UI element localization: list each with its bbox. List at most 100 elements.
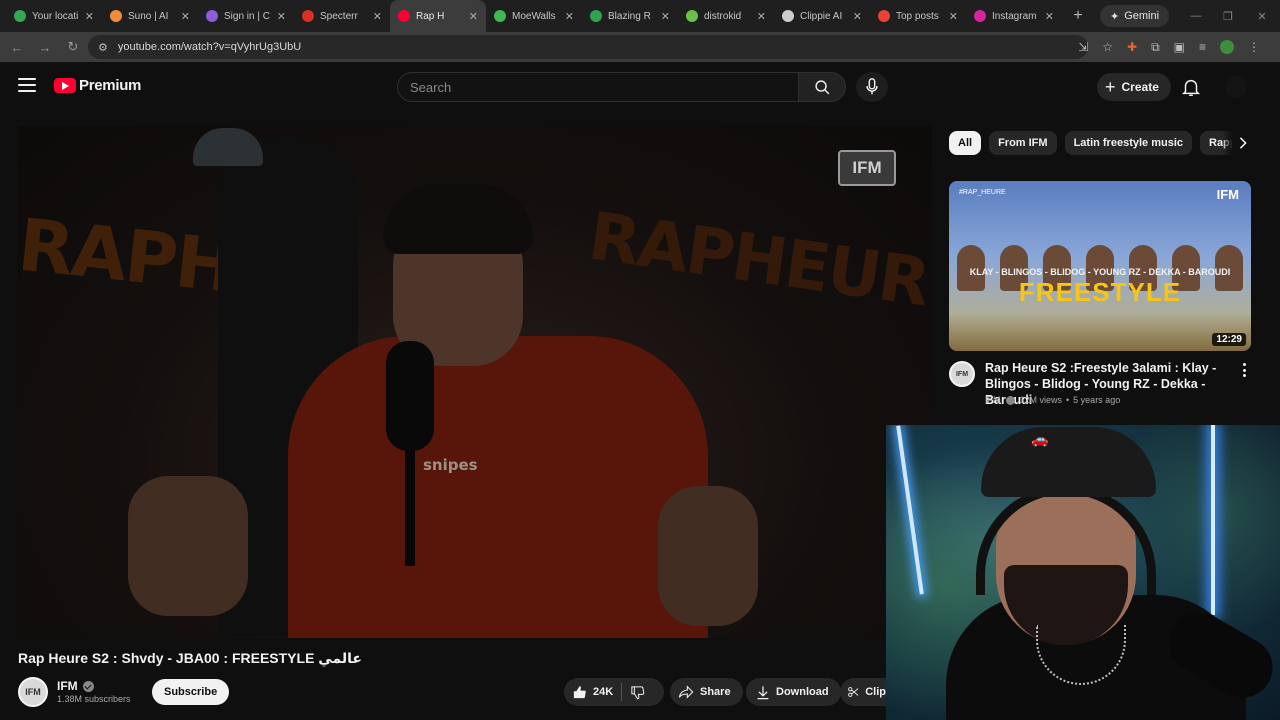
tab-close-icon[interactable]: ✕ [565,10,574,23]
tab-favicon-icon [398,10,410,22]
thumbs-up-icon[interactable] [572,685,587,700]
extension-red-icon[interactable]: ✚ [1127,40,1137,54]
url-text: youtube.com/watch?v=qVyhrUg3UbU [117,41,302,53]
browser-tab[interactable]: Rap H ✕ [390,0,486,32]
download-icon [757,685,769,699]
filter-chip[interactable]: From IFM [989,131,1057,155]
share-arrow-icon [678,685,694,699]
tab-close-icon[interactable]: ✕ [277,10,286,23]
filter-chip[interactable]: All [949,131,982,155]
site-settings-icon[interactable]: ⚙ [98,41,108,54]
tab-title: Sign in | C [224,10,270,22]
browser-tab[interactable]: Your locati ✕ [6,0,102,32]
tab-close-icon[interactable]: ✕ [853,10,862,23]
reload-icon[interactable]: ↻ [60,34,86,60]
youtube-play-icon [54,78,76,93]
bookmark-star-icon[interactable]: ☆ [1102,40,1113,54]
channel-name-row[interactable]: IFM [57,679,94,693]
account-avatar[interactable] [1225,76,1247,98]
browser-tab[interactable]: Clippie AI ✕ [774,0,870,32]
browser-tab[interactable]: Top posts ✕ [870,0,966,32]
view-count: 12M views [1019,395,1063,405]
browser-tab[interactable]: Blazing R ✕ [582,0,678,32]
media-control-icon[interactable]: ≡ [1199,40,1206,54]
install-app-icon[interactable]: ⇲ [1078,40,1088,54]
gemini-button[interactable]: ✦ Gemini [1100,5,1170,27]
channel-avatar[interactable]: IFM [18,677,48,707]
browser-tabstrip: Your locati ✕ Suno | AI ✕ Sign in | C ✕ Specte… [0,0,1280,32]
thumb-brand: IFM [1216,187,1239,202]
tab-title: Instagram [992,10,1037,22]
recommended-video-thumbnail[interactable]: #RAP_HEURE IFM KLAY - BLINGOS - BLIDOG -… [949,181,1251,351]
download-button[interactable]: Download [746,678,841,706]
profile-avatar[interactable] [1220,40,1234,54]
tab-close-icon[interactable]: ✕ [181,10,190,23]
tab-close-icon[interactable]: ✕ [757,10,766,23]
browser-tab[interactable]: distrokid ✕ [678,0,774,32]
url-field[interactable]: ⚙ youtube.com/watch?v=qVyhrUg3UbU [88,35,1088,59]
scissors-icon [848,687,859,697]
tab-favicon-icon [590,10,602,22]
youtube-premium-logo[interactable]: Premium [54,77,141,94]
tab-title: Blazing R [608,10,651,22]
back-arrow-icon[interactable]: ← [4,34,30,60]
clip-button[interactable]: Clip [840,678,886,706]
voice-search-button[interactable] [856,72,888,102]
tab-close-icon[interactable]: ✕ [85,10,94,23]
tab-close-icon[interactable]: ✕ [469,10,478,23]
chips-next-button[interactable] [1222,131,1248,155]
search-input[interactable]: Search [397,72,799,102]
video-dim-overlay [18,126,932,638]
side-panel-icon[interactable]: ▣ [1174,40,1185,54]
tab-favicon-icon [302,10,314,22]
recommended-channel-avatar[interactable]: IFM [949,361,975,387]
duration-badge: 12:29 [1212,333,1246,346]
new-tab-button[interactable]: + [1066,7,1090,25]
plus-icon: + [1105,77,1116,97]
like-count[interactable]: 24K [593,686,613,698]
thumb-headline: FREESTYLE [1018,277,1182,307]
like-divider [621,683,623,701]
webcam-overlay: 🚗 [886,425,1280,720]
more-options-icon[interactable] [1241,363,1247,377]
channel-name[interactable]: IFM [57,679,78,693]
subscriber-count: 1.38M subscribers [57,694,131,704]
tab-title: Suno | AI [128,10,169,22]
search-button[interactable] [798,72,846,102]
gemini-label: Gemini [1124,10,1160,22]
extensions-puzzle-icon[interactable]: ⧉ [1151,40,1160,55]
verified-check-icon [1005,395,1015,405]
download-label: Download [776,686,829,698]
forward-arrow-icon[interactable]: → [32,34,58,60]
thumbs-down-icon[interactable] [630,685,645,700]
toolbar-icons: ⇲ ☆ ✚ ⧉ ▣ ≡ ⋮ [1078,32,1260,62]
streamer-cap [981,427,1156,497]
browser-tab[interactable]: MoeWalls ✕ [486,0,582,32]
video-title: Rap Heure S2 : Shvdy - JBA00 : FREESTYLE… [18,650,362,666]
recommended-channel-name[interactable]: IFM [985,395,1001,405]
notifications-bell-icon[interactable] [1180,76,1202,98]
tab-close-icon[interactable]: ✕ [1045,10,1054,23]
tab-close-icon[interactable]: ✕ [949,10,958,23]
browser-menu-icon[interactable]: ⋮ [1248,40,1260,54]
browser-tab[interactable]: Suno | AI ✕ [102,0,198,32]
create-button[interactable]: + Create [1097,73,1171,101]
video-player[interactable]: RAPHE RAPHEUR snipes IFM [18,126,932,638]
like-dislike-group: 24K [564,678,664,706]
hamburger-menu-icon[interactable] [18,78,36,92]
verified-check-icon [82,680,94,692]
minimize-icon[interactable]: — [1180,0,1212,32]
browser-tab[interactable]: Specterr ✕ [294,0,390,32]
filter-chip[interactable]: Latin freestyle music [1064,131,1192,155]
recommended-video-meta: IFM 12M views • 5 years ago [985,395,1120,405]
browser-tab[interactable]: Instagram ✕ [966,0,1062,32]
subscribe-button[interactable]: Subscribe [152,679,230,705]
tab-close-icon[interactable]: ✕ [661,10,670,23]
tab-title: MoeWalls [512,10,556,22]
share-button[interactable]: Share [670,678,743,706]
tab-favicon-icon [206,10,218,22]
close-window-icon[interactable]: ✕ [1246,0,1278,32]
browser-tab[interactable]: Sign in | C ✕ [198,0,294,32]
tab-close-icon[interactable]: ✕ [373,10,382,23]
maximize-icon[interactable]: ❐ [1212,0,1244,32]
